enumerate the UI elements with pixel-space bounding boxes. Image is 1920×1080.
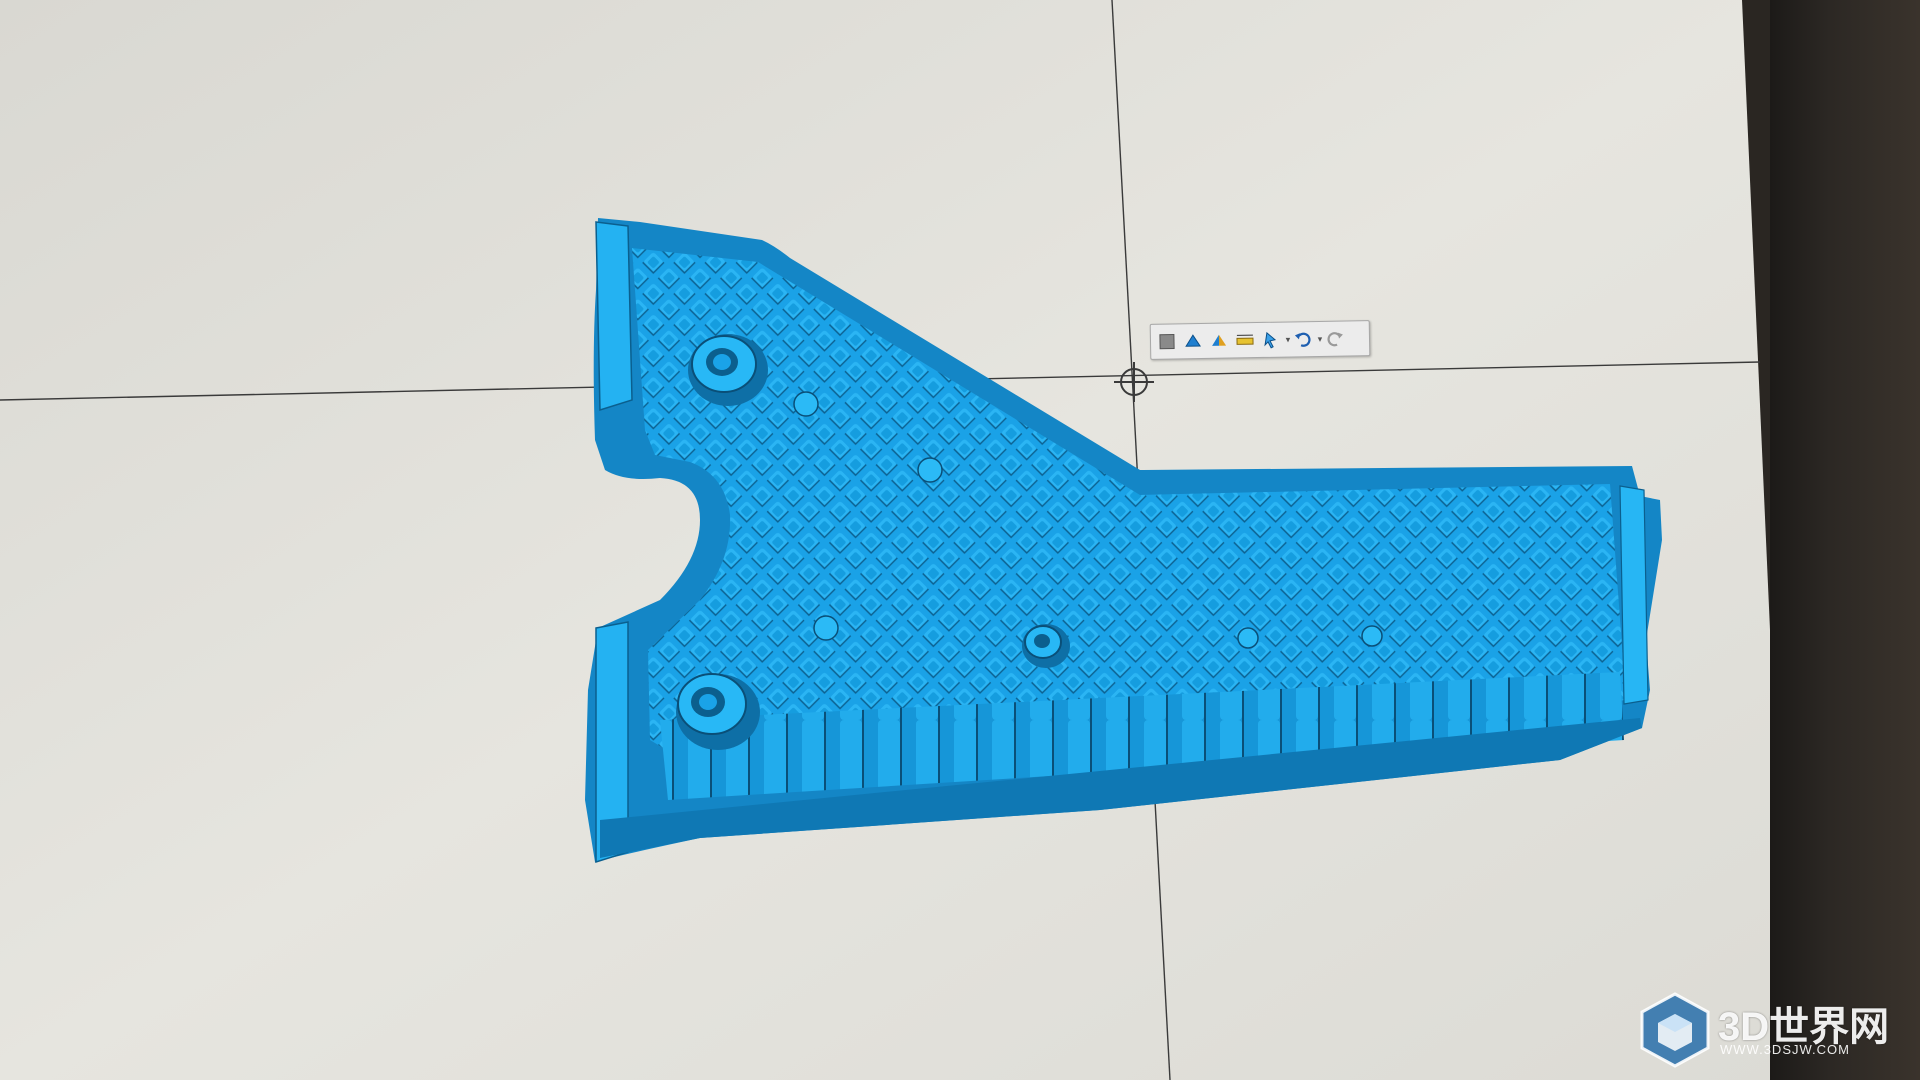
redo-icon[interactable] [1323, 325, 1347, 351]
mini-toolbar: ▾ ▾ [1149, 320, 1371, 360]
watermark: 3D世界网 WWW.3DSJW.COM [1636, 990, 1896, 1070]
screw-boss-top [688, 334, 768, 406]
left-rail-top [595, 221, 633, 412]
pin [1237, 627, 1259, 649]
pin [813, 615, 839, 641]
pin [917, 457, 943, 483]
undo-icon[interactable] [1291, 326, 1315, 352]
section-icon[interactable] [1181, 328, 1205, 354]
cube-logo-icon [1640, 992, 1710, 1068]
right-end-rail [1619, 485, 1649, 705]
view-icon[interactable] [1155, 328, 1179, 354]
pin [1361, 625, 1383, 647]
measure-icon[interactable] [1233, 327, 1257, 353]
split-view-icon[interactable] [1207, 328, 1231, 354]
screw-boss-center [1022, 624, 1070, 668]
pin [793, 391, 819, 417]
screw-boss-bottom [676, 673, 760, 750]
3d-viewport[interactable] [0, 0, 1920, 1080]
viewport-screen[interactable]: ▾ ▾ 3D世界网 WWW.3DSJW.COM [0, 0, 1920, 1080]
watermark-url: WWW.3DSJW.COM [1720, 1042, 1850, 1057]
select-icon[interactable] [1259, 327, 1283, 353]
monitor-bezel [1770, 0, 1920, 1080]
